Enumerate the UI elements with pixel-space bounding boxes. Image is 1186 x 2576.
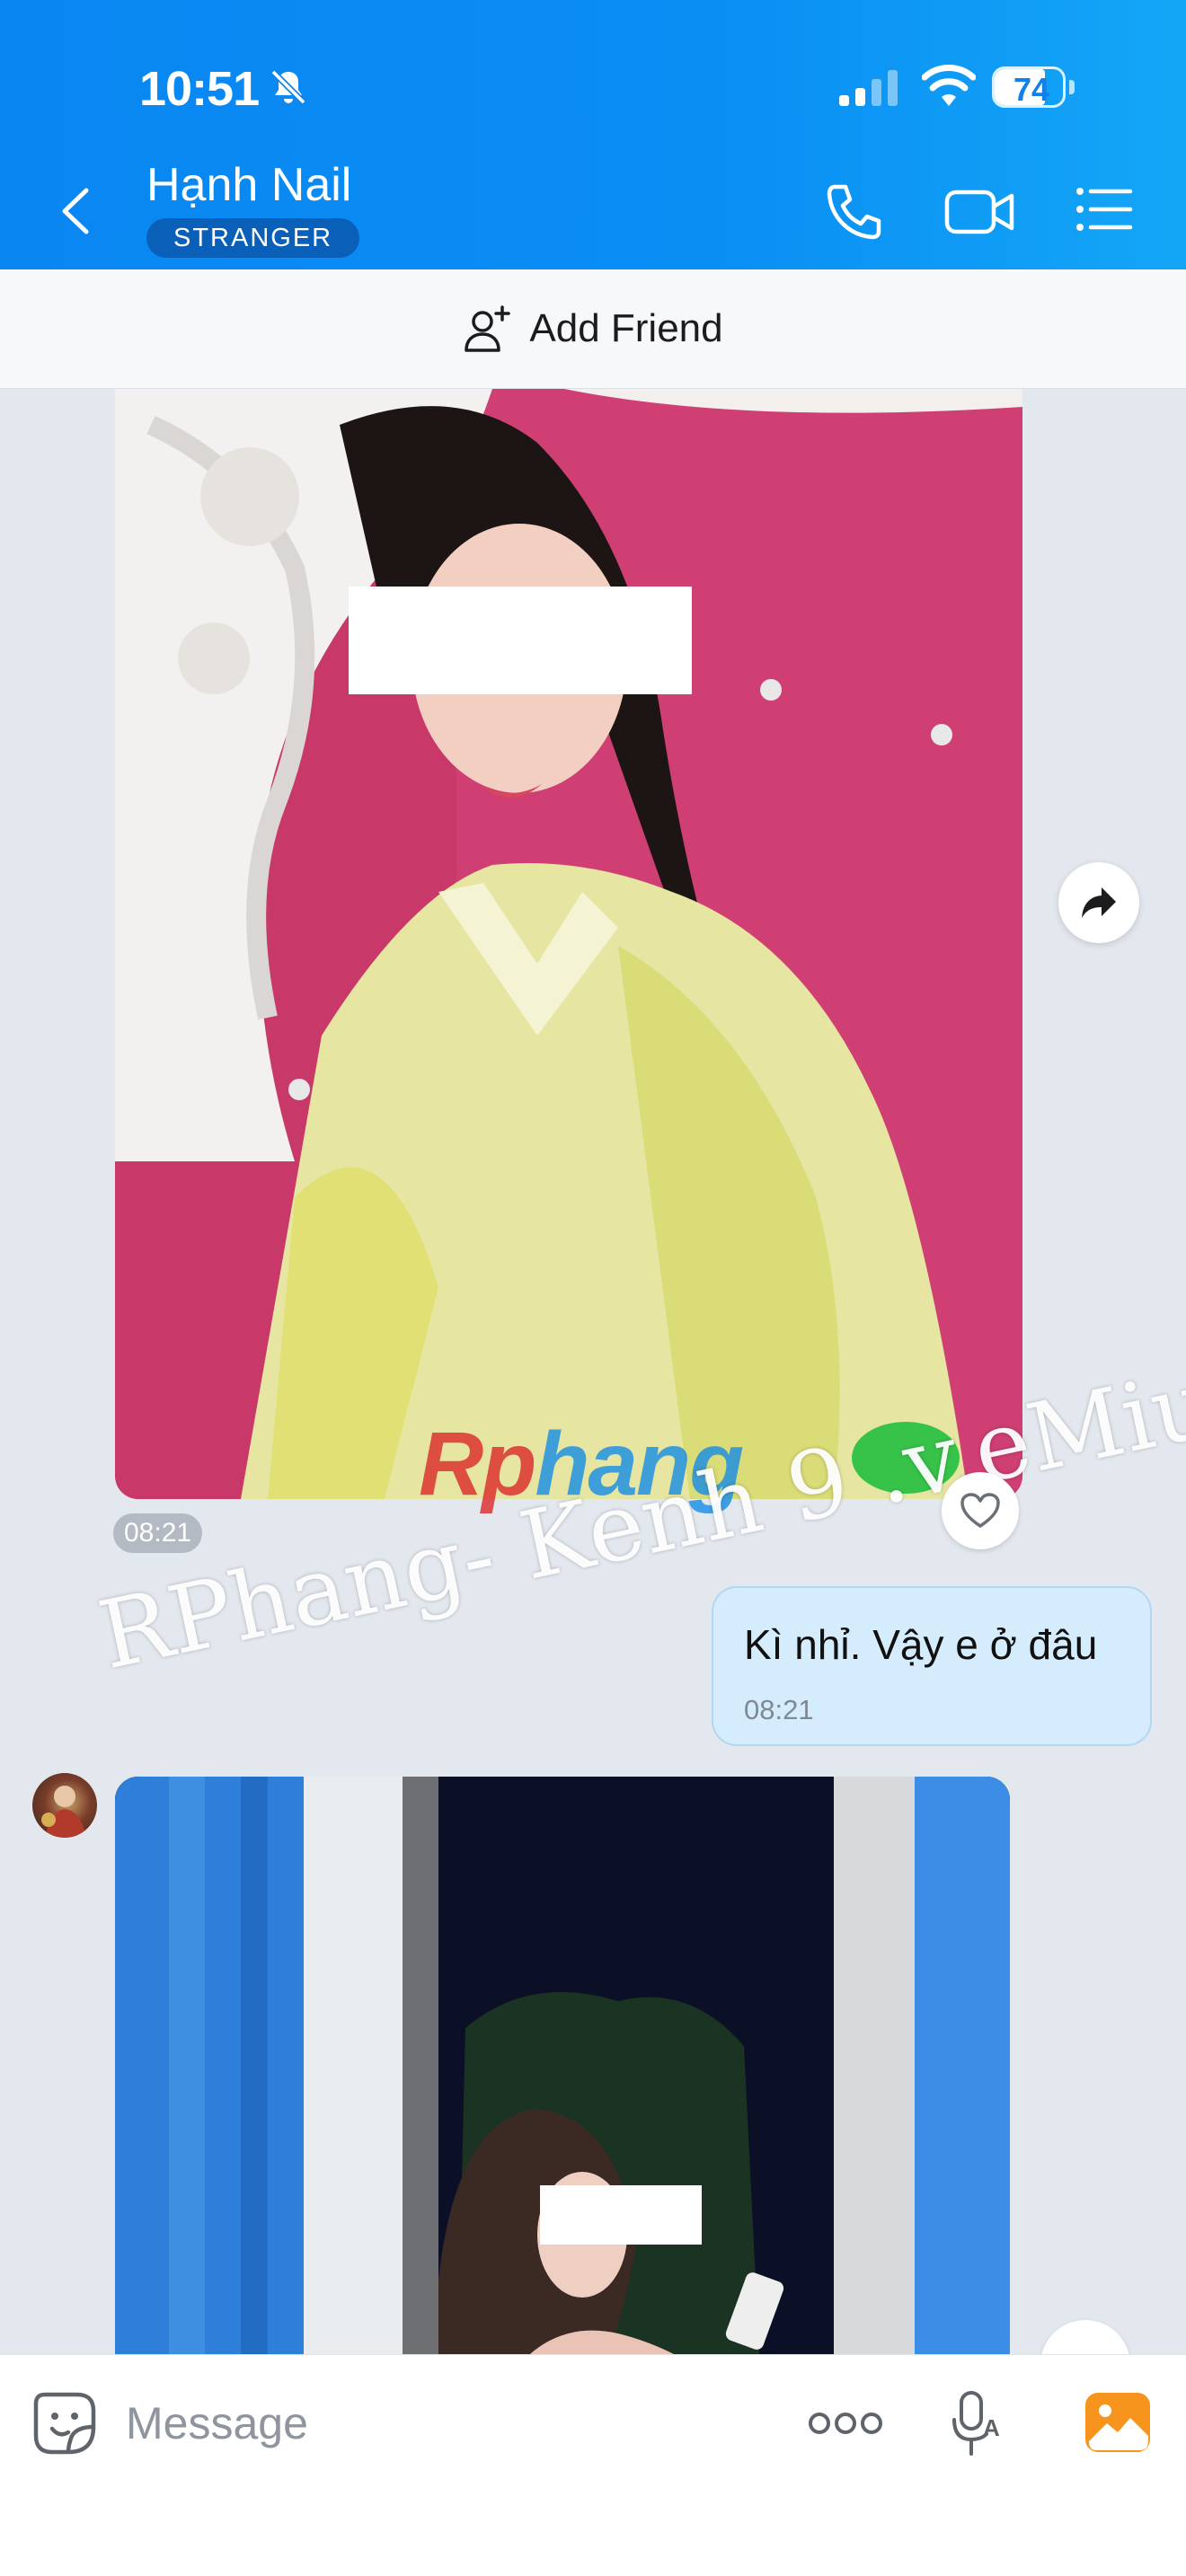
video-camera-icon[interactable]	[943, 180, 1015, 243]
share-button[interactable]	[1040, 2320, 1130, 2354]
signal-icon	[839, 70, 898, 106]
add-friend-button[interactable]: Add Friend	[0, 269, 1186, 389]
message-composer: A	[0, 2354, 1186, 2576]
more-dots-icon[interactable]	[807, 2405, 884, 2441]
avatar[interactable]	[32, 1773, 97, 1838]
message-text: Kì nhỉ. Vậy e ở đâu	[744, 1621, 1098, 1668]
heart-icon	[960, 1493, 1000, 1528]
status-time: 10:51	[139, 62, 260, 116]
message-time: 08:21	[113, 1513, 203, 1553]
react-heart-button[interactable]	[942, 1472, 1019, 1549]
chat-header: 10:51 74 Hạnh Nail STRANGER	[0, 0, 1186, 269]
battery-icon: 74	[992, 66, 1075, 108]
message-list[interactable]: Rphang RPhang- Kenh 9 .v.eMiu 08:21 Kì n…	[0, 389, 1186, 2354]
message-input[interactable]	[126, 2387, 755, 2459]
contact-name[interactable]: Hạnh Nail	[146, 158, 351, 212]
list-menu-icon[interactable]	[1075, 182, 1134, 236]
phone-icon[interactable]	[822, 180, 885, 243]
incoming-photo[interactable]	[115, 389, 1022, 1499]
outgoing-message-bubble[interactable]: Kì nhỉ. Vậy e ở đâu 08:21	[712, 1586, 1152, 1746]
battery-percent: 74	[1013, 71, 1050, 108]
add-friend-label: Add Friend	[529, 306, 723, 350]
sticker-icon[interactable]	[32, 2391, 97, 2456]
voice-text-icon[interactable]: A	[949, 2389, 1006, 2457]
image-icon[interactable]	[1084, 2391, 1152, 2454]
message-time: 08:21	[744, 1694, 814, 1725]
svg-text:A: A	[983, 2414, 1000, 2441]
person-add-icon	[465, 305, 511, 352]
back-button[interactable]	[54, 180, 99, 243]
stranger-badge: STRANGER	[146, 218, 360, 258]
share-button[interactable]	[1058, 862, 1139, 943]
forward-arrow-icon	[1082, 887, 1116, 918]
bell-slash-icon	[270, 69, 306, 105]
incoming-photo[interactable]	[115, 1777, 1010, 2354]
wifi-icon	[922, 65, 976, 106]
